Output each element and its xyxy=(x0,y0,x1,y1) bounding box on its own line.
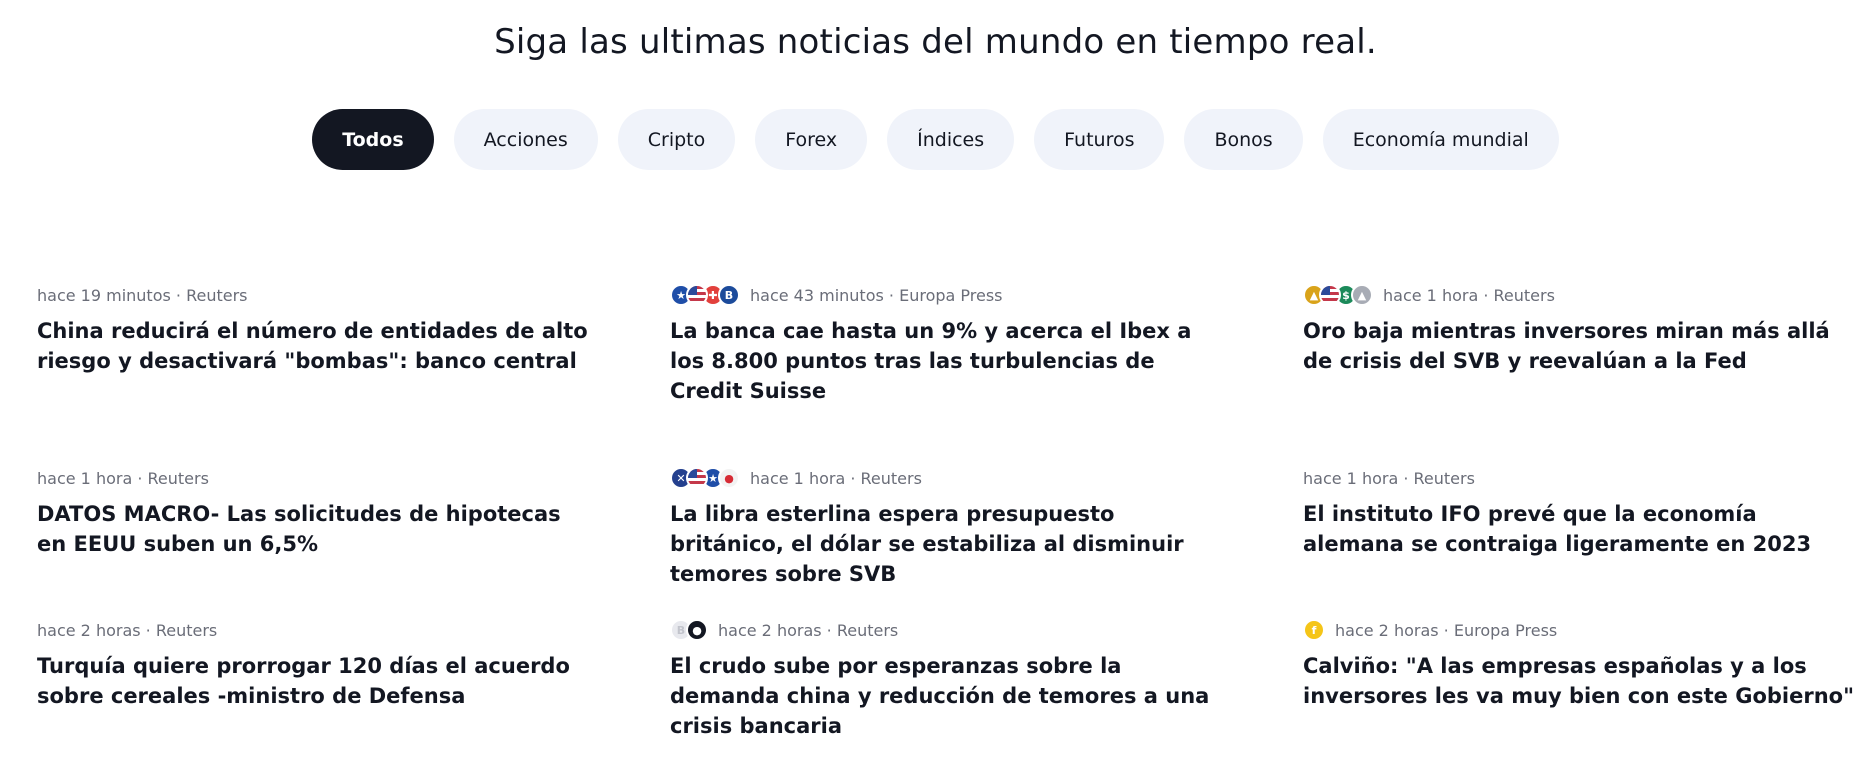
news-icons: ✕ ★ ● xyxy=(670,467,740,489)
news-item[interactable]: hace 19 minutos · Reuters China reducirá… xyxy=(37,282,597,376)
tab-acciones[interactable]: Acciones xyxy=(453,109,598,170)
silver-icon: ▲ xyxy=(1351,284,1373,306)
page-title: Siga las ultimas noticias del mundo en t… xyxy=(494,22,1377,62)
news-time-source: hace 1 hora · Reuters xyxy=(750,468,922,488)
news-item[interactable]: hace 1 hora · Reuters El instituto IFO p… xyxy=(1303,465,1863,559)
news-meta: ★ ✚ B hace 43 minutos · Europa Press xyxy=(670,282,1230,308)
news-item[interactable]: ★ ✚ B hace 43 minutos · Europa Press La ba… xyxy=(670,282,1230,406)
news-meta: hace 2 horas · Reuters xyxy=(37,617,597,643)
news-time-source: hace 2 horas · Reuters xyxy=(718,620,899,640)
tab-economia-mundial[interactable]: Economía mundial xyxy=(1322,109,1559,170)
us-flag-icon xyxy=(1319,284,1341,306)
news-icons: f xyxy=(1303,619,1325,641)
news-title[interactable]: La banca cae hasta un 9% y acerca el Ibe… xyxy=(670,316,1230,406)
news-item[interactable]: f hace 2 horas · Europa Press Calviño: "… xyxy=(1303,617,1863,711)
news-time-source: hace 2 horas · Reuters xyxy=(37,620,218,640)
japan-flag-icon: ● xyxy=(718,467,740,489)
news-title[interactable]: Calviño: "A las empresas españolas y a l… xyxy=(1303,651,1863,711)
news-title[interactable]: China reducirá el número de entidades de… xyxy=(37,316,597,376)
tab-futuros[interactable]: Futuros xyxy=(1034,109,1165,170)
news-time-source: hace 1 hora · Reuters xyxy=(37,468,209,488)
news-item[interactable]: hace 2 horas · Reuters Turquía quiere pr… xyxy=(37,617,597,711)
tab-bonos[interactable]: Bonos xyxy=(1184,109,1303,170)
news-title[interactable]: El crudo sube por esperanzas sobre la de… xyxy=(670,651,1230,741)
tab-forex[interactable]: Forex xyxy=(755,109,868,170)
us-flag-icon xyxy=(686,467,708,489)
news-item[interactable]: hace 1 hora · Reuters DATOS MACRO- Las s… xyxy=(37,465,597,559)
news-item[interactable]: B ● hace 2 horas · Reuters El crudo sube … xyxy=(670,617,1230,741)
news-meta: f hace 2 horas · Europa Press xyxy=(1303,617,1863,643)
news-item[interactable]: ▲ $ ▲ hace 1 hora · Reuters Oro baja mient… xyxy=(1303,282,1863,376)
oil-drop-icon: ● xyxy=(686,619,708,641)
tab-cripto[interactable]: Cripto xyxy=(617,109,736,170)
news-icons: ★ ✚ B xyxy=(670,284,740,306)
news-time-source: hace 1 hora · Reuters xyxy=(1303,468,1475,488)
news-title[interactable]: El instituto IFO prevé que la economía a… xyxy=(1303,499,1863,559)
bank-b-icon: B xyxy=(718,284,740,306)
news-meta: ✕ ★ ● hace 1 hora · Reuters xyxy=(670,465,1230,491)
category-tabs: Todos Acciones Cripto Forex Índices Futu… xyxy=(0,109,1871,170)
news-icons: ▲ $ ▲ xyxy=(1303,284,1373,306)
us-flag-icon xyxy=(686,284,708,306)
news-time-source: hace 43 minutos · Europa Press xyxy=(750,285,1003,305)
tab-todos[interactable]: Todos xyxy=(312,109,434,170)
coin-f-icon: f xyxy=(1303,619,1325,641)
news-meta: B ● hace 2 horas · Reuters xyxy=(670,617,1230,643)
news-time-source: hace 1 hora · Reuters xyxy=(1383,285,1555,305)
news-title[interactable]: Turquía quiere prorrogar 120 días el acu… xyxy=(37,651,597,711)
news-time-source: hace 19 minutos · Reuters xyxy=(37,285,248,305)
news-meta: ▲ $ ▲ hace 1 hora · Reuters xyxy=(1303,282,1863,308)
news-icons: B ● xyxy=(670,619,708,641)
news-meta: hace 1 hora · Reuters xyxy=(37,465,597,491)
news-meta: hace 1 hora · Reuters xyxy=(1303,465,1863,491)
news-item[interactable]: ✕ ★ ● hace 1 hora · Reuters La libra ester… xyxy=(670,465,1230,589)
tab-indices[interactable]: Índices xyxy=(887,109,1015,170)
news-time-source: hace 2 horas · Europa Press xyxy=(1335,620,1558,640)
news-title[interactable]: La libra esterlina espera presupuesto br… xyxy=(670,499,1230,589)
news-meta: hace 19 minutos · Reuters xyxy=(37,282,597,308)
news-title[interactable]: Oro baja mientras inversores miran más a… xyxy=(1303,316,1863,376)
news-title[interactable]: DATOS MACRO- Las solicitudes de hipoteca… xyxy=(37,499,597,559)
